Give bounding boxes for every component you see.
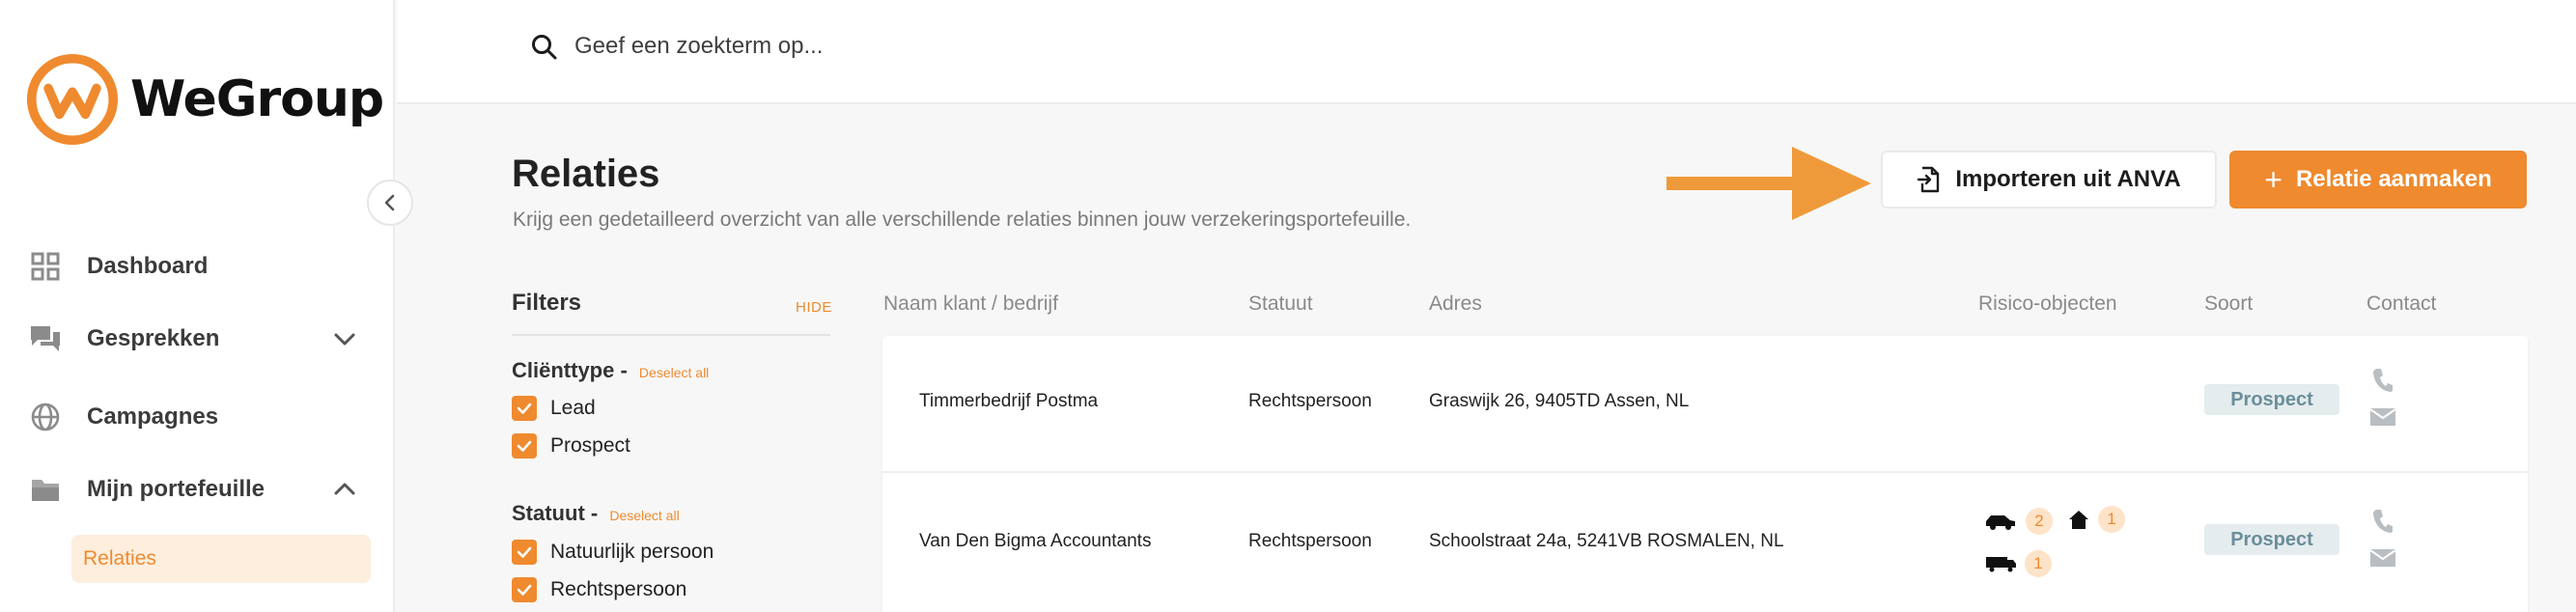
deselect-all-link[interactable]: Deselect all <box>639 365 709 380</box>
relations-table: Timmerbedrijf Postma Rechtspersoon Grasw… <box>882 336 2528 612</box>
globe-icon <box>29 401 62 433</box>
risk-object-house[interactable]: 1 <box>2067 506 2125 533</box>
brand-name: WeGroup <box>130 70 384 128</box>
filters-title: Filters <box>512 290 582 316</box>
column-header-contact[interactable]: Contact <box>2366 292 2436 316</box>
page-title: Relaties <box>512 153 660 195</box>
filter-group-label: Statuut - <box>512 501 599 525</box>
risk-object-car[interactable]: 2 <box>1983 508 2053 535</box>
sidebar-item-label: Mijn portefeuille <box>87 476 266 502</box>
page-subtitle: Krijg een gedetailleerd overzicht van al… <box>513 209 1412 231</box>
truck-icon <box>1986 557 2016 572</box>
column-header-adres[interactable]: Adres <box>1429 292 1482 316</box>
filter-group-label: Cliënttype - <box>512 358 628 382</box>
search-input[interactable] <box>574 29 1250 64</box>
create-relation-button[interactable]: + Relatie aanmaken <box>2229 151 2527 209</box>
sidebar-item-gesprekken[interactable]: Gesprekken <box>29 315 357 363</box>
sidebar-subitem-label: Relaties <box>83 547 156 570</box>
filter-option-label: Prospect <box>550 434 630 457</box>
sidebar-item-dashboard[interactable]: Dashboard <box>29 242 357 291</box>
sidebar-item-mijn-portefeuille[interactable]: Mijn portefeuille <box>29 465 357 514</box>
column-header-soort[interactable]: Soort <box>2204 292 2253 316</box>
status-badge: Prospect <box>2204 524 2339 555</box>
cell-name: Van Den Bigma Accountants <box>919 531 1152 551</box>
filter-option-label: Rechtspersoon <box>550 578 687 600</box>
file-import-icon <box>1918 166 1940 193</box>
phone-icon[interactable] <box>2371 508 2394 535</box>
filter-option-natuurlijk-persoon[interactable]: Natuurlijk persoon <box>512 540 714 565</box>
deselect-all-link[interactable]: Deselect all <box>609 508 679 523</box>
column-header-name[interactable]: Naam klant / bedrijf <box>883 292 1058 316</box>
table-row[interactable]: Timmerbedrijf Postma Rechtspersoon Grasw… <box>882 336 2528 471</box>
status-badge: Prospect <box>2204 384 2339 415</box>
filter-option-rechtspersoon[interactable]: Rechtspersoon <box>512 577 686 602</box>
risk-count-badge: 1 <box>2025 550 2052 577</box>
car-icon <box>1986 515 2015 530</box>
sidebar-item-label: Gesprekken <box>87 325 220 351</box>
filters-divider <box>512 334 830 336</box>
column-header-risico-objecten[interactable]: Risico-objecten <box>1978 292 2117 316</box>
table-row[interactable]: Van Den Bigma Accountants Rechtspersoon … <box>882 471 2528 606</box>
checkbox-checked[interactable] <box>512 433 537 459</box>
chevron-left-icon <box>384 194 395 211</box>
import-anva-button[interactable]: Importeren uit ANVA <box>1881 151 2217 209</box>
sidebar-subitem-relaties[interactable]: Relaties <box>71 535 371 583</box>
sidebar: WeGroup Dashboard Gesprekken Campagnes M… <box>0 0 395 612</box>
phone-icon[interactable] <box>2371 367 2394 394</box>
sidebar-item-label: Dashboard <box>87 253 209 279</box>
chat-icon <box>29 322 62 355</box>
filter-option-prospect[interactable]: Prospect <box>512 433 630 459</box>
folder-icon <box>29 473 62 506</box>
cell-name: Timmerbedrijf Postma <box>919 391 1099 411</box>
mail-icon[interactable] <box>2369 548 2396 568</box>
house-icon <box>2069 511 2088 529</box>
plus-icon: + <box>2264 162 2282 197</box>
column-header-statuut[interactable]: Statuut <box>1248 292 1313 316</box>
wegroup-logo-icon <box>26 53 119 146</box>
filters-hide-link[interactable]: HIDE <box>796 299 832 316</box>
collapse-sidebar-button[interactable] <box>367 180 413 226</box>
checkbox-checked[interactable] <box>512 577 537 602</box>
checkmark-icon <box>517 546 532 558</box>
filter-group-title: Cliënttype - Deselect all <box>512 358 709 383</box>
logo[interactable]: WeGroup <box>26 53 384 146</box>
checkmark-icon <box>517 440 532 452</box>
risk-object-truck[interactable]: 1 <box>1984 550 2052 577</box>
cell-statuut: Rechtspersoon <box>1248 531 1372 551</box>
filter-option-label: Natuurlijk persoon <box>550 541 714 563</box>
risk-count-badge: 1 <box>2098 506 2125 533</box>
cell-adres: Graswijk 26, 9405TD Assen, NL <box>1429 391 1690 411</box>
filter-option-lead[interactable]: Lead <box>512 396 596 421</box>
chevron-down-icon[interactable] <box>332 326 357 351</box>
checkbox-checked[interactable] <box>512 540 537 565</box>
filter-option-label: Lead <box>550 397 596 419</box>
cell-statuut: Rechtspersoon <box>1248 391 1372 411</box>
sidebar-item-label: Campagnes <box>87 403 219 430</box>
checkmark-icon <box>517 584 532 596</box>
checkmark-icon <box>517 403 532 414</box>
annotation-arrow-icon <box>1666 147 1871 220</box>
grid-icon <box>29 250 62 283</box>
mail-icon[interactable] <box>2369 407 2396 427</box>
cell-adres: Schoolstraat 24a, 5241VB ROSMALEN, NL <box>1429 531 1784 551</box>
chevron-up-icon[interactable] <box>332 477 357 502</box>
top-bar <box>397 0 2576 104</box>
import-anva-label: Importeren uit ANVA <box>1955 166 2181 192</box>
risk-count-badge: 2 <box>2026 508 2053 535</box>
search-icon <box>532 35 557 60</box>
checkbox-checked[interactable] <box>512 396 537 421</box>
sidebar-item-campagnes[interactable]: Campagnes <box>29 393 357 441</box>
create-relation-label: Relatie aanmaken <box>2295 166 2492 192</box>
filter-group-title: Statuut - Deselect all <box>512 501 680 526</box>
